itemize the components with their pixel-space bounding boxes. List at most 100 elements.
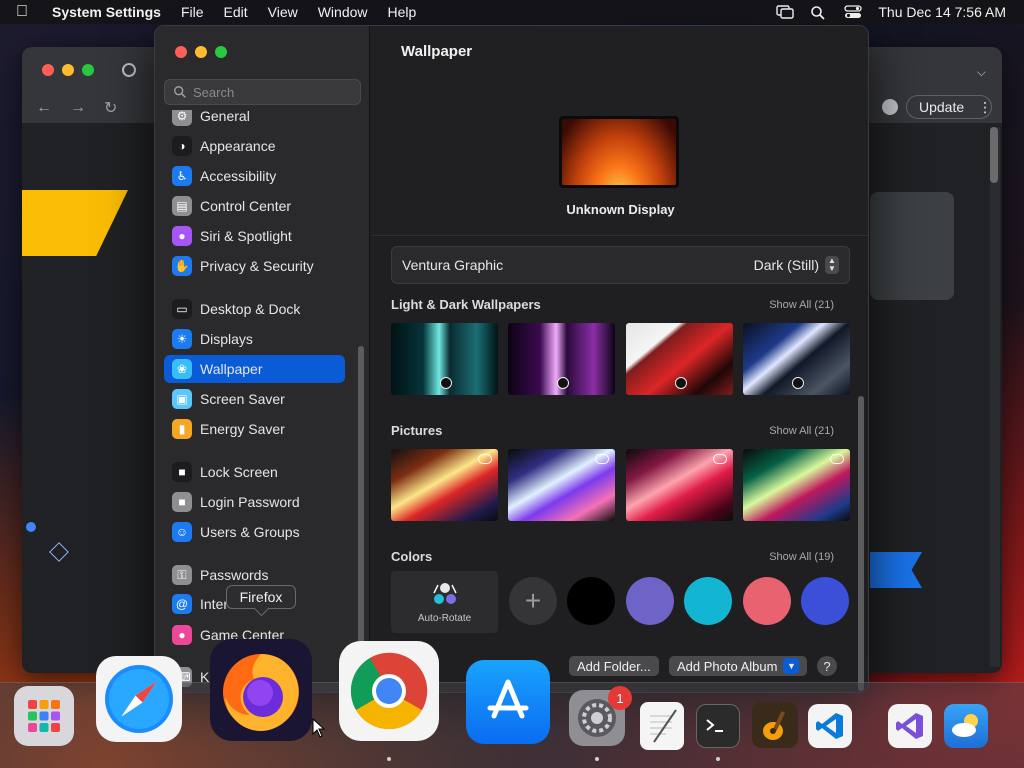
sidebar-item-appearance[interactable]: ◑ Appearance bbox=[164, 132, 345, 160]
color-swatch-blue[interactable] bbox=[801, 577, 849, 625]
light-dark-show-all[interactable]: Show All (21) bbox=[769, 299, 834, 311]
more-menu-icon[interactable]: ⋮ bbox=[978, 99, 992, 116]
picture-thumb-1[interactable] bbox=[391, 449, 498, 521]
sidebar-item-displays[interactable]: ☀ Displays bbox=[164, 325, 345, 353]
picture-thumb-2[interactable] bbox=[508, 449, 615, 521]
control-center-icon: ▤ bbox=[172, 196, 192, 216]
current-wallpaper-row: Ventura Graphic Dark (Still) ▲ ▼ bbox=[391, 246, 850, 284]
key-icon: ⚿ bbox=[172, 565, 192, 585]
add-photo-album-label: Add Photo Album bbox=[677, 658, 778, 674]
wallpaper-thumb-macos-purple[interactable] bbox=[508, 323, 615, 395]
sidebar-item-label: Control Center bbox=[200, 198, 292, 214]
chrome-update-button[interactable]: Update ⋮ bbox=[906, 95, 992, 119]
help-button[interactable]: ? bbox=[817, 656, 837, 676]
sidebar-item-accessibility[interactable]: ♿ Accessibility bbox=[164, 162, 345, 190]
menu-view[interactable]: View bbox=[258, 4, 308, 20]
sidebar-item-label: Displays bbox=[200, 331, 253, 347]
textedit-icon[interactable] bbox=[640, 702, 684, 750]
sidebar-item-screen-saver[interactable]: ▣ Screen Saver bbox=[164, 385, 345, 413]
running-indicator bbox=[595, 757, 599, 761]
color-swatch-cyan[interactable] bbox=[684, 577, 732, 625]
sidebar-item-lock-screen[interactable]: ■ Lock Screen bbox=[164, 458, 345, 486]
visual-studio-icon[interactable] bbox=[888, 704, 932, 748]
launchpad-icon[interactable] bbox=[14, 686, 74, 746]
pane-scrollbar[interactable] bbox=[858, 396, 864, 691]
pictures-show-all[interactable]: Show All (21) bbox=[769, 425, 834, 437]
sidebar-item-wallpaper[interactable]: ❀ Wallpaper bbox=[164, 355, 345, 383]
popup-arrows-icon: ▲ ▼ bbox=[825, 256, 839, 274]
sidebar-item-energy-saver[interactable]: ▮ Energy Saver bbox=[164, 415, 345, 443]
picture-thumb-3[interactable] bbox=[626, 449, 733, 521]
search-input[interactable] bbox=[193, 84, 353, 100]
light-dark-badge-icon bbox=[557, 377, 569, 389]
sidebar-item-label: Siri & Spotlight bbox=[200, 228, 292, 244]
garageband-icon[interactable] bbox=[752, 702, 798, 748]
chrome-zoom-button[interactable] bbox=[82, 64, 94, 76]
sidebar-item-general[interactable]: ⚙ General bbox=[164, 110, 345, 130]
wallpaper-icon: ❀ bbox=[172, 359, 192, 379]
sidebar-item-privacy-security[interactable]: ✋ Privacy & Security bbox=[164, 252, 345, 280]
dock-icon: ▭ bbox=[172, 299, 192, 319]
wallpaper-pane: Wallpaper Unknown Display Ventura Graphi… bbox=[371, 26, 868, 692]
menu-clock[interactable]: Thu Dec 14 7:56 AM bbox=[878, 4, 1006, 20]
safari-icon[interactable] bbox=[96, 656, 182, 742]
sidebar-item-users-groups[interactable]: ☺ Users & Groups bbox=[164, 518, 345, 546]
add-color-button[interactable]: + bbox=[509, 577, 557, 625]
sidebar-item-control-center[interactable]: ▤ Control Center bbox=[164, 192, 345, 220]
color-swatch-pink[interactable] bbox=[743, 577, 791, 625]
sidebar-item-label: Screen Saver bbox=[200, 391, 285, 407]
page-title: Wallpaper bbox=[401, 43, 473, 60]
mouse-cursor-icon bbox=[312, 718, 326, 738]
colors-show-all[interactable]: Show All (19) bbox=[769, 551, 834, 563]
add-folder-button[interactable]: Add Folder... bbox=[569, 656, 659, 676]
close-button[interactable] bbox=[175, 46, 187, 58]
profile-avatar-icon[interactable] bbox=[882, 99, 898, 115]
appearance-mode-popup[interactable]: Dark (Still) ▲ ▼ bbox=[754, 256, 839, 274]
sidebar-item-login-password[interactable]: ■ Login Password bbox=[164, 488, 345, 516]
wallpaper-thumb-ventura-blue[interactable] bbox=[743, 323, 850, 395]
minimize-button[interactable] bbox=[195, 46, 207, 58]
auto-rotate-tile[interactable]: Auto-Rotate bbox=[391, 571, 498, 633]
chrome-close-button[interactable] bbox=[42, 64, 54, 76]
wallpaper-thumb-macos-cyan[interactable] bbox=[391, 323, 498, 395]
back-arrow-icon[interactable]: ← bbox=[36, 99, 52, 117]
display-preview[interactable] bbox=[559, 116, 681, 190]
spotlight-search-icon[interactable] bbox=[810, 5, 828, 20]
menu-app-name[interactable]: System Settings bbox=[44, 4, 171, 20]
chrome-icon[interactable] bbox=[339, 641, 439, 741]
menu-window[interactable]: Window bbox=[308, 4, 378, 20]
app-store-icon[interactable] bbox=[466, 660, 550, 744]
weather-icon[interactable] bbox=[944, 704, 988, 748]
reload-icon[interactable]: ↻ bbox=[104, 98, 117, 118]
light-dark-badge-icon bbox=[440, 377, 452, 389]
light-dark-badge-icon bbox=[792, 377, 804, 389]
zoom-button[interactable] bbox=[215, 46, 227, 58]
forward-arrow-icon[interactable]: → bbox=[70, 99, 86, 117]
chrome-minimize-button[interactable] bbox=[62, 64, 74, 76]
sidebar-scrollbar[interactable] bbox=[358, 346, 364, 646]
chrome-scrollbar-track[interactable] bbox=[990, 127, 1000, 667]
picture-thumb-4[interactable] bbox=[743, 449, 850, 521]
control-center-icon[interactable] bbox=[844, 5, 863, 19]
vscode-icon[interactable] bbox=[808, 704, 852, 748]
sidebar-item-siri-spotlight[interactable]: ● Siri & Spotlight bbox=[164, 222, 345, 250]
menu-edit[interactable]: Edit bbox=[214, 4, 258, 20]
chrome-scrollbar-thumb[interactable] bbox=[990, 127, 998, 183]
search-icon bbox=[174, 86, 186, 98]
firefox-icon[interactable] bbox=[210, 639, 312, 741]
tab-search-chevron-icon[interactable]: ⌵ bbox=[977, 65, 986, 80]
menu-file[interactable]: File bbox=[171, 4, 214, 20]
window-controls bbox=[175, 46, 227, 58]
apple-menu-icon[interactable]:  bbox=[0, 3, 44, 21]
color-swatch-purple[interactable] bbox=[626, 577, 674, 625]
add-photo-album-button[interactable]: Add Photo Album ▼ bbox=[669, 656, 808, 676]
search-field[interactable] bbox=[164, 79, 361, 105]
color-swatch-black[interactable] bbox=[567, 577, 615, 625]
terminal-icon[interactable] bbox=[696, 704, 740, 748]
running-indicator bbox=[387, 757, 391, 761]
menu-help[interactable]: Help bbox=[378, 4, 427, 20]
chrome-tab-favicon-icon[interactable] bbox=[122, 63, 136, 77]
wallpaper-thumb-ventura-red[interactable] bbox=[626, 323, 733, 395]
screen-mirroring-icon[interactable] bbox=[776, 5, 795, 19]
sidebar-item-desktop-dock[interactable]: ▭ Desktop & Dock bbox=[164, 295, 345, 323]
